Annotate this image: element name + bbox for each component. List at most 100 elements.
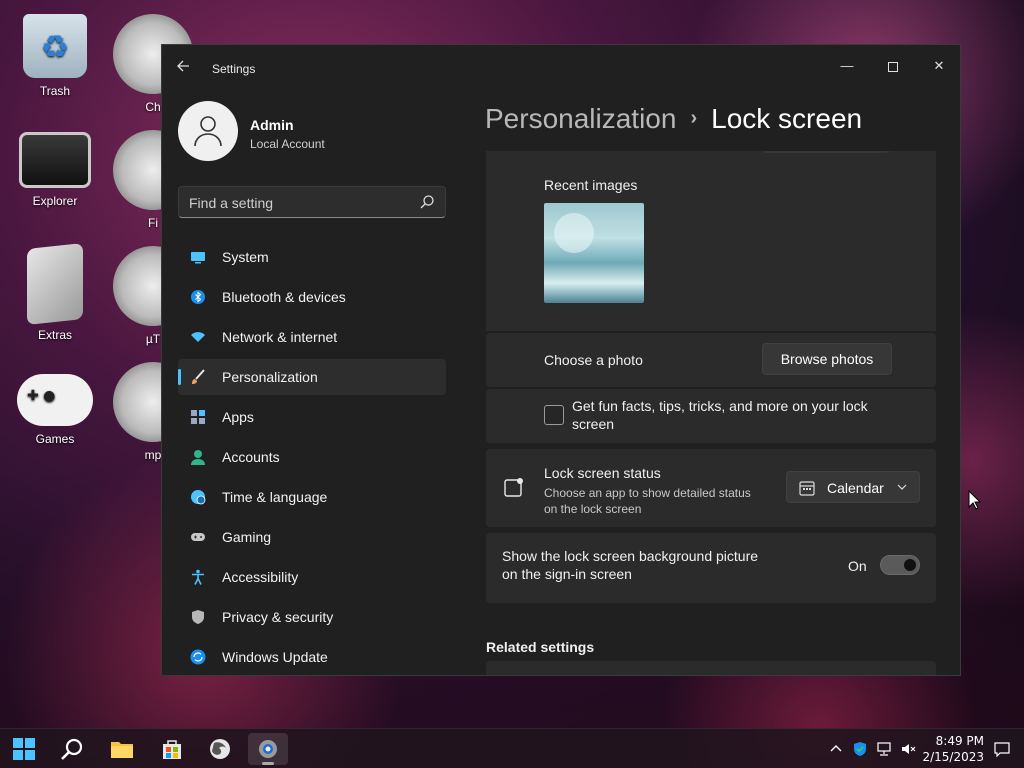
wifi-icon: [191, 332, 205, 342]
sidebar-item-bluetooth[interactable]: Bluetooth & devices: [178, 279, 446, 315]
chevron-down-icon: [897, 484, 907, 490]
sidebar-item-windows-update[interactable]: Windows Update: [178, 639, 446, 675]
recent-image-thumbnail[interactable]: [544, 203, 644, 303]
sidebar-item-privacy[interactable]: Privacy & security: [178, 599, 446, 635]
sidebar-item-network[interactable]: Network & internet: [178, 319, 446, 355]
settings-content[interactable]: Recent images Choose a photo Browse phot…: [486, 151, 938, 675]
sidebar-item-system[interactable]: System: [178, 239, 446, 275]
settings-window: Settings — ✕ Admin Local Account System: [161, 44, 961, 676]
firefox-icon: [210, 739, 230, 759]
sidebar-item-gaming[interactable]: Gaming: [178, 519, 446, 555]
desktop-icon-explorer[interactable]: Explorer: [10, 132, 100, 208]
sidebar-item-label: Accounts: [222, 449, 280, 465]
notification-icon[interactable]: [994, 741, 1010, 757]
taskbar-clock[interactable]: 8:49 PM 2/15/2023: [918, 733, 984, 765]
browse-photos-button[interactable]: Browse photos: [762, 343, 892, 375]
sidebar-item-label: System: [222, 249, 269, 265]
breadcrumb: Personalization › Lock screen: [485, 103, 862, 135]
breadcrumb-separator: ›: [690, 107, 698, 129]
window-title: Settings: [212, 62, 256, 76]
windows-logo-icon: [13, 738, 35, 760]
avatar: [178, 101, 238, 161]
sidebar-item-label: Personalization: [222, 369, 318, 385]
sidebar-item-label: Bluetooth & devices: [222, 289, 346, 305]
back-arrow-icon[interactable]: [176, 59, 194, 77]
sidebar-item-accessibility[interactable]: Accessibility: [178, 559, 446, 595]
fun-facts-label[interactable]: Get fun facts, tips, tricks, and more on…: [572, 397, 892, 433]
sidebar-item-label: Windows Update: [222, 649, 328, 665]
search-input[interactable]: [189, 193, 409, 213]
signin-background-card: Show the lock screen background picture …: [486, 533, 936, 603]
desktop-icon-label: Trash: [39, 84, 71, 98]
folder-icon: [111, 742, 133, 758]
related-settings-card[interactable]: [486, 661, 936, 675]
lock-status-dropdown[interactable]: Calendar: [786, 471, 920, 503]
fun-facts-card: Get fun facts, tips, tricks, and more on…: [486, 389, 936, 443]
defender-shield-icon[interactable]: [852, 741, 868, 757]
person-icon: [191, 450, 205, 465]
sidebar-item-apps[interactable]: Apps: [178, 399, 446, 435]
user-profile[interactable]: Admin Local Account: [178, 101, 458, 161]
apps-icon: [191, 410, 205, 424]
sidebar-item-label: Network & internet: [222, 329, 338, 345]
update-icon: [190, 649, 206, 665]
taskbar-file-explorer[interactable]: [102, 733, 142, 765]
title-bar: Settings — ✕: [162, 45, 960, 93]
sidebar-item-label: Accessibility: [222, 569, 299, 585]
choose-photo-label: Choose a photo: [544, 352, 643, 368]
desktop-icon-extras[interactable]: Extras: [10, 243, 100, 342]
maximize-button[interactable]: [870, 51, 916, 81]
taskbar: 8:49 PM 2/15/2023: [0, 728, 1024, 768]
system-icon: [191, 252, 205, 264]
controller-icon: [17, 374, 93, 426]
page-title: Lock screen: [711, 103, 863, 134]
toggle-knob: [904, 559, 916, 571]
desktop-icon-label: Games: [35, 432, 75, 446]
clock-date: 2/15/2023: [922, 750, 984, 764]
network-icon[interactable]: [876, 741, 892, 757]
breadcrumb-parent[interactable]: Personalization: [485, 103, 676, 134]
lock-status-icon: [504, 478, 523, 497]
related-settings-heading: Related settings: [486, 639, 595, 655]
shield-icon: [192, 610, 204, 624]
minimize-button[interactable]: —: [824, 51, 870, 81]
sidebar-item-accounts[interactable]: Accounts: [178, 439, 446, 475]
search-icon: [61, 738, 83, 760]
profile-account-type: Local Account: [250, 137, 325, 151]
desktop-icon-games[interactable]: Games: [10, 362, 100, 446]
sidebar-item-time-language[interactable]: Time & language: [178, 479, 446, 515]
accessibility-icon: [192, 569, 204, 585]
fun-facts-checkbox[interactable]: [544, 405, 564, 425]
search-button[interactable]: [52, 733, 92, 765]
volume-muted-icon[interactable]: [900, 741, 916, 757]
gamepad-icon: [191, 533, 205, 541]
brush-icon: [192, 369, 205, 384]
start-button[interactable]: [4, 733, 44, 765]
clock-time: 8:49 PM: [935, 734, 984, 748]
sidebar-item-label: Gaming: [222, 529, 272, 545]
search-box[interactable]: [178, 186, 446, 218]
mouse-cursor-icon: [968, 490, 982, 510]
lock-status-selected: Calendar: [827, 480, 884, 496]
sidebar-nav: System Bluetooth & devices Network & int…: [178, 239, 446, 675]
taskbar-settings[interactable]: [248, 733, 288, 765]
close-button[interactable]: ✕: [916, 51, 960, 81]
sidebar-item-personalization[interactable]: Personalization: [178, 359, 446, 395]
profile-name: Admin: [250, 117, 294, 133]
maximize-icon: [888, 61, 898, 72]
sidebar-item-label: Time & language: [222, 489, 328, 505]
recent-images-label: Recent images: [544, 177, 638, 193]
calendar-icon: [799, 481, 815, 496]
gear-icon: [259, 740, 277, 758]
desktop-icon-trash[interactable]: Trash: [10, 14, 100, 98]
scrolled-button-edge: [762, 151, 890, 153]
signin-background-toggle[interactable]: [880, 555, 920, 575]
toggle-state-label: On: [848, 558, 867, 574]
chevron-up-icon[interactable]: [828, 741, 844, 757]
taskbar-store[interactable]: [152, 733, 192, 765]
taskbar-firefox[interactable]: [200, 733, 240, 765]
sidebar-item-label: Privacy & security: [222, 609, 334, 625]
folder-icon: [27, 243, 83, 325]
store-icon: [163, 740, 181, 759]
sidebar-item-label: Apps: [222, 409, 254, 425]
